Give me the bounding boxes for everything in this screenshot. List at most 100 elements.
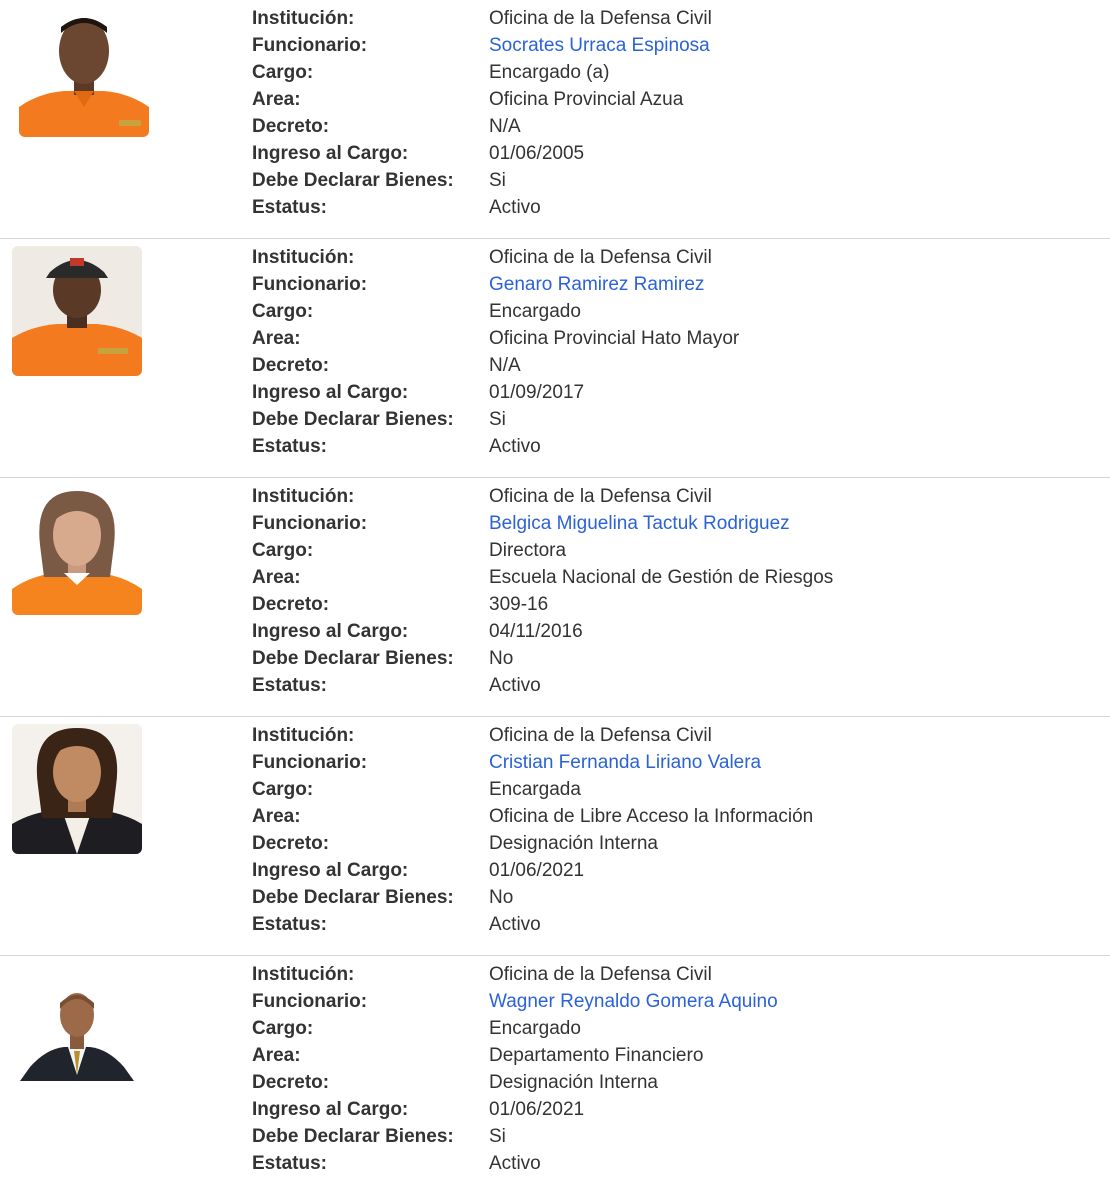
field-institucion: Institución: Oficina de la Defensa Civil [252, 724, 1092, 751]
field-label: Ingreso al Cargo: [252, 621, 409, 642]
field-label: Decreto: [252, 1072, 330, 1093]
official-name-link[interactable]: Wagner Reynaldo Gomera Aquino [489, 990, 778, 1014]
field-area: Area: Escuela Nacional de Gestión de Ries… [252, 566, 1092, 593]
field-value: Directora [489, 540, 567, 561]
field-label: Area: [252, 1045, 301, 1066]
field-value: Activo [489, 914, 541, 935]
field-value: 01/06/2021 [489, 860, 585, 881]
field-label: Ingreso al Cargo: [252, 382, 409, 403]
official-fields: Institución: Oficina de la Defensa Civil … [252, 963, 1092, 1179]
field-value: Oficina de la Defensa Civil [489, 964, 712, 985]
man-orange-uniform-portrait [19, 7, 149, 137]
field-label: Area: [252, 567, 301, 588]
official-photo [19, 7, 149, 137]
field-label: Debe Declarar Bienes: [252, 648, 454, 669]
field-value: Departamento Financiero [489, 1045, 704, 1066]
official-fields: Institución: Oficina de la Defensa Civil … [252, 485, 1092, 701]
field-label: Ingreso al Cargo: [252, 143, 409, 164]
field-value: Oficina de la Defensa Civil [489, 725, 712, 746]
field-label: Cargo: [252, 540, 314, 561]
field-value: N/A [489, 116, 521, 137]
field-label: Debe Declarar Bienes: [252, 409, 454, 430]
field-label: Cargo: [252, 62, 314, 83]
field-ingreso: Ingreso al Cargo: 01/09/2017 [252, 381, 1092, 408]
field-estatus: Estatus: Activo [252, 1152, 1092, 1179]
field-ingreso: Ingreso al Cargo: 01/06/2021 [252, 859, 1092, 886]
field-decreto: Decreto: Designación Interna [252, 832, 1092, 859]
field-cargo: Cargo: Encargado [252, 1017, 1092, 1044]
field-value: 01/09/2017 [489, 382, 585, 403]
field-label: Cargo: [252, 301, 314, 322]
field-value: Oficina de la Defensa Civil [489, 486, 712, 507]
field-area: Area: Oficina de Libre Acceso la Informac… [252, 805, 1092, 832]
field-label: Area: [252, 806, 301, 827]
official-fields: Institución: Oficina de la Defensa Civil … [252, 246, 1092, 462]
official-photo [12, 485, 142, 615]
field-label: Decreto: [252, 833, 330, 854]
field-value: Designación Interna [489, 833, 658, 854]
field-value: Oficina de Libre Acceso la Información [489, 806, 814, 827]
field-institucion: Institución: Oficina de la Defensa Civil [252, 963, 1092, 990]
field-institucion: Institución: Oficina de la Defensa Civil [252, 485, 1092, 512]
official-record: Institución: Oficina de la Defensa Civil … [0, 478, 1110, 717]
official-fields: Institución: Oficina de la Defensa Civil … [252, 724, 1092, 940]
field-estatus: Estatus: Activo [252, 674, 1092, 701]
field-label: Funcionario: [252, 35, 368, 56]
field-decreto: Decreto: N/A [252, 354, 1092, 381]
field-label: Area: [252, 89, 301, 110]
field-funcionario: Funcionario: Genaro Ramirez Ramirez [252, 273, 1092, 300]
official-name-link[interactable]: Belgica Miguelina Tactuk Rodriguez [489, 512, 790, 536]
field-label: Ingreso al Cargo: [252, 860, 409, 881]
field-cargo: Cargo: Directora [252, 539, 1092, 566]
field-funcionario: Funcionario: Cristian Fernanda Liriano Va… [252, 751, 1092, 778]
field-decreto: Decreto: Designación Interna [252, 1071, 1092, 1098]
field-value: Encargada [489, 779, 581, 800]
field-declarar: Debe Declarar Bienes: No [252, 886, 1092, 913]
field-value: Oficina Provincial Azua [489, 89, 684, 110]
field-label: Ingreso al Cargo: [252, 1099, 409, 1120]
field-decreto: Decreto: N/A [252, 115, 1092, 142]
field-value: No [489, 887, 514, 908]
field-label: Debe Declarar Bienes: [252, 170, 454, 191]
field-value: 309-16 [489, 594, 549, 615]
field-value: Si [489, 170, 506, 191]
field-institucion: Institución: Oficina de la Defensa Civil [252, 246, 1092, 273]
field-ingreso: Ingreso al Cargo: 01/06/2021 [252, 1098, 1092, 1125]
field-value: Activo [489, 436, 541, 457]
field-value: Escuela Nacional de Gestión de Riesgos [489, 567, 834, 588]
field-label: Estatus: [252, 436, 327, 457]
field-value: Oficina de la Defensa Civil [489, 247, 712, 268]
field-label: Debe Declarar Bienes: [252, 1126, 454, 1147]
field-cargo: Cargo: Encargado (a) [252, 61, 1092, 88]
field-label: Funcionario: [252, 274, 368, 295]
field-value: Encargado (a) [489, 62, 610, 83]
field-value: Designación Interna [489, 1072, 658, 1093]
official-name-link[interactable]: Cristian Fernanda Liriano Valera [489, 751, 761, 775]
officials-list: Institución: Oficina de la Defensa Civil … [0, 0, 1110, 1195]
field-label: Funcionario: [252, 513, 368, 534]
field-label: Institución: [252, 8, 355, 29]
field-ingreso: Ingreso al Cargo: 01/06/2005 [252, 142, 1092, 169]
official-photo [12, 724, 142, 854]
official-fields: Institución: Oficina de la Defensa Civil … [252, 7, 1092, 223]
field-value: Oficina de la Defensa Civil [489, 8, 712, 29]
field-label: Decreto: [252, 116, 330, 137]
field-label: Cargo: [252, 779, 314, 800]
field-value: 01/06/2021 [489, 1099, 585, 1120]
field-ingreso: Ingreso al Cargo: 04/11/2016 [252, 620, 1092, 647]
man-cap-orange-uniform-portrait [12, 246, 142, 376]
woman-dark-blazer-portrait [12, 724, 142, 854]
official-photo [12, 963, 142, 1093]
field-label: Funcionario: [252, 991, 368, 1012]
official-name-link[interactable]: Socrates Urraca Espinosa [489, 34, 710, 58]
field-label: Institución: [252, 486, 355, 507]
field-value: N/A [489, 355, 521, 376]
field-area: Area: Oficina Provincial Azua [252, 88, 1092, 115]
field-funcionario: Funcionario: Socrates Urraca Espinosa [252, 34, 1092, 61]
field-label: Estatus: [252, 197, 327, 218]
official-record: Institución: Oficina de la Defensa Civil … [0, 0, 1110, 239]
field-value: No [489, 648, 514, 669]
field-declarar: Debe Declarar Bienes: No [252, 647, 1092, 674]
field-value: Encargado [489, 301, 581, 322]
official-name-link[interactable]: Genaro Ramirez Ramirez [489, 273, 704, 297]
